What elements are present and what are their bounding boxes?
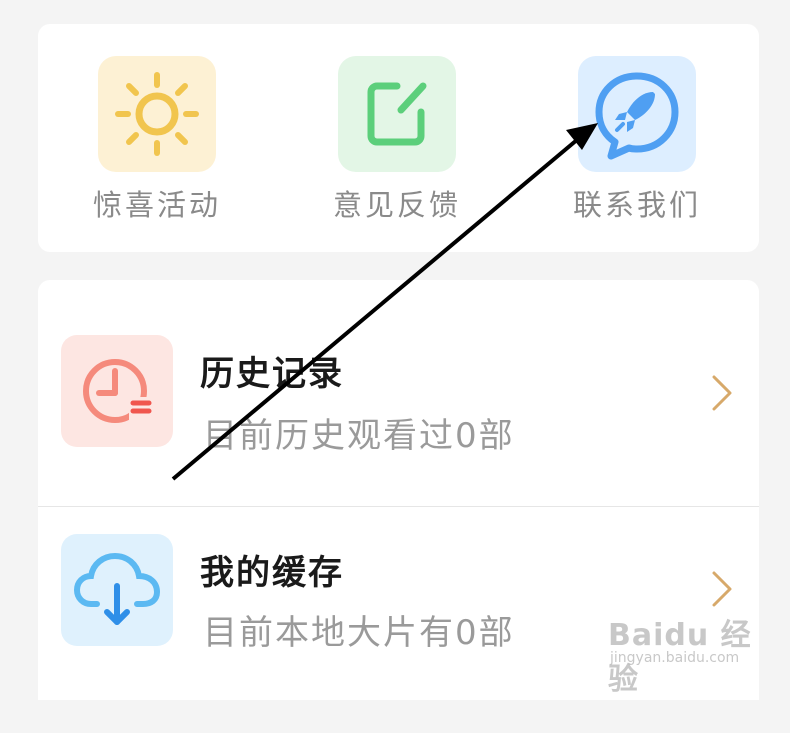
quick-actions-card: 惊喜活动 意见反馈 联系我们 xyxy=(38,24,759,252)
quick-action-label: 惊喜活动 xyxy=(92,188,221,222)
edit-note-icon xyxy=(338,56,456,172)
list-item-subtitle: 目前本地大片有0部 xyxy=(203,613,515,653)
sun-icon xyxy=(98,56,216,172)
list-item-history[interactable]: 历史记录 目前历史观看过0部 xyxy=(38,280,759,507)
quick-action-feedback[interactable]: 意见反馈 xyxy=(322,56,472,224)
watermark-url: jingyan.baidu.com xyxy=(610,650,740,666)
quick-action-contact[interactable]: 联系我们 xyxy=(562,56,712,224)
clock-history-icon xyxy=(61,335,173,447)
cloud-download-icon xyxy=(61,534,173,646)
rocket-chat-icon xyxy=(578,56,696,172)
list-item-title: 我的缓存 xyxy=(200,553,344,593)
quick-action-label: 意见反馈 xyxy=(332,188,461,222)
list-item-subtitle: 目前历史观看过0部 xyxy=(203,416,515,456)
quick-action-surprise[interactable]: 惊喜活动 xyxy=(82,56,232,224)
list-item-title: 历史记录 xyxy=(200,354,344,394)
chevron-right-icon xyxy=(712,375,732,411)
quick-action-label: 联系我们 xyxy=(572,188,701,222)
baidu-watermark: Baidu 经验 jingyan.baidu.com xyxy=(600,600,760,697)
